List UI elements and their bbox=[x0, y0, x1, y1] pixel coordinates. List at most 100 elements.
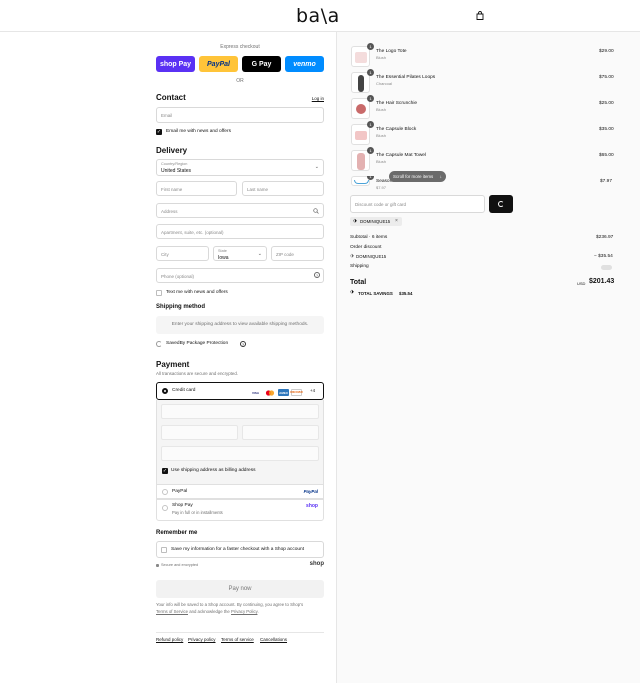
refund-policy-link[interactable]: Refund policy bbox=[156, 637, 183, 642]
applied-discount-tag: ⬗ DOMINIQUE15 × bbox=[350, 217, 402, 226]
help-icon[interactable]: ? bbox=[240, 341, 246, 347]
email-news-checkbox[interactable]: ✓ bbox=[156, 129, 162, 135]
google-pay-button[interactable]: G Pay bbox=[242, 56, 281, 72]
shop-pay-label: Shop Pay bbox=[172, 503, 193, 508]
currency-label: USD bbox=[577, 281, 586, 286]
email-field[interactable]: Email bbox=[156, 107, 324, 123]
scroll-for-more-button[interactable]: Scroll for more items ↓ bbox=[389, 171, 446, 182]
quantity-badge: 1 bbox=[367, 121, 374, 128]
cart-item: 1 The Capsule Block Blush bbox=[351, 121, 487, 146]
credit-card-radio[interactable] bbox=[162, 388, 168, 394]
tag-icon: ⬗ bbox=[350, 253, 354, 259]
product-thumbnail bbox=[351, 98, 370, 119]
legal-line-2: Terms of Service and acknowledge the Pri… bbox=[156, 609, 259, 614]
venmo-button[interactable]: venmo bbox=[285, 56, 324, 72]
quantity-badge: 1 bbox=[367, 43, 374, 50]
country-select[interactable]: Country/Region United States ⌄ bbox=[156, 159, 324, 176]
remember-me-box[interactable]: Save my information for a faster checkou… bbox=[156, 541, 324, 558]
close-icon[interactable]: × bbox=[395, 218, 398, 224]
phone-field[interactable]: Phone (optional) ? bbox=[156, 268, 324, 283]
visa-icon: VISA bbox=[251, 390, 259, 395]
item-name: The Hair Scrunchie bbox=[376, 101, 418, 106]
remember-me-title: Remember me bbox=[156, 530, 198, 536]
cart-item: 1 The Logo Tote Blush bbox=[351, 43, 487, 68]
total-savings-label: TOTAL SAVINGS bbox=[358, 291, 393, 296]
site-header: ba\a bbox=[0, 0, 640, 32]
quantity-badge: 1 bbox=[367, 69, 374, 76]
apartment-field[interactable]: Apartment, suite, etc. (optional) bbox=[156, 224, 324, 239]
discount-code-field[interactable]: Discount code or gift card bbox=[350, 195, 485, 213]
shipping-label: Shipping bbox=[350, 264, 369, 269]
discover-icon: DISCOVER bbox=[290, 389, 303, 396]
item-variant: Blush bbox=[376, 159, 387, 164]
state-select[interactable]: State Iowa ⌄ bbox=[213, 246, 267, 261]
item-price: $25.00 bbox=[599, 101, 614, 106]
quantity-badge: 1 bbox=[367, 95, 374, 102]
footer-divider bbox=[156, 632, 324, 633]
shipping-value-placeholder bbox=[601, 265, 612, 270]
product-thumbnail bbox=[351, 124, 370, 145]
product-thumbnail bbox=[351, 46, 370, 67]
order-discount-label: Order discount bbox=[350, 245, 382, 250]
credit-card-option[interactable]: Credit card VISA AMEX DISCOVER +4 bbox=[156, 382, 324, 400]
paypal-logo: PayPal bbox=[303, 489, 318, 494]
shop-pay-button[interactable]: shop Pay bbox=[156, 56, 195, 72]
first-name-field[interactable]: First name bbox=[156, 181, 237, 196]
arrow-down-icon: ↓ bbox=[439, 174, 442, 179]
card-number-field[interactable] bbox=[161, 404, 319, 419]
paypal-option[interactable]: PayPal PayPal bbox=[156, 484, 324, 499]
text-news-checkbox[interactable] bbox=[156, 290, 162, 296]
discount-code-label: DOMINIQUE15 bbox=[356, 254, 387, 259]
zip-field[interactable]: ZIP code bbox=[271, 246, 324, 261]
shop-pay-sublabel: Pay in full or in installments bbox=[172, 510, 223, 515]
order-summary: 1 The Logo Tote Blush $29.00 1 The Essen… bbox=[336, 32, 640, 683]
lock-icon bbox=[156, 564, 159, 567]
paypal-radio[interactable] bbox=[162, 489, 168, 495]
text-news-label: Text me with news and offers bbox=[166, 290, 228, 295]
amex-icon: AMEX bbox=[278, 389, 289, 396]
help-icon[interactable]: ? bbox=[314, 272, 320, 278]
paypal-button[interactable]: PayPal bbox=[199, 56, 238, 72]
privacy-policy-link[interactable]: Privacy policy bbox=[188, 637, 216, 642]
terms-of-service-link[interactable]: Terms of service bbox=[221, 637, 254, 642]
chevron-down-icon: ⌄ bbox=[314, 164, 319, 170]
loading-spinner-icon bbox=[156, 341, 162, 347]
card-fields-area: ✓ Use shipping address as billing addres… bbox=[156, 400, 324, 484]
privacy-link[interactable]: Privacy Policy bbox=[231, 609, 257, 614]
shop-logo: shop bbox=[309, 561, 324, 567]
paypal-label: PayPal bbox=[172, 489, 188, 494]
item-name: The Capsule Mat Towel bbox=[376, 153, 427, 158]
shop-pay-option[interactable]: Shop Pay Pay in full or in installments … bbox=[156, 499, 324, 521]
apply-discount-button[interactable] bbox=[489, 195, 513, 213]
cart-item: 1 The Capsule Mat Towel Blush bbox=[351, 147, 487, 172]
name-on-card-field[interactable] bbox=[161, 446, 319, 461]
subtotal-label: Subtotal · 6 items bbox=[350, 235, 388, 240]
brand-logo[interactable]: ba\a bbox=[296, 5, 340, 27]
security-code-field[interactable] bbox=[242, 425, 319, 440]
cart-item: 1 The Hair Scrunchie Blush bbox=[351, 95, 487, 120]
shop-pay-radio[interactable] bbox=[162, 505, 168, 511]
shopping-bag-icon[interactable] bbox=[476, 11, 484, 20]
item-variant: Charcoal bbox=[376, 81, 393, 86]
secure-label: Secure and encrypted bbox=[161, 563, 199, 567]
mastercard-icon bbox=[264, 389, 275, 396]
tag-icon: ⬗ bbox=[350, 289, 354, 295]
product-thumbnail bbox=[351, 72, 370, 93]
payment-title: Payment bbox=[156, 360, 190, 369]
address-field[interactable]: Address bbox=[156, 203, 324, 218]
remember-me-checkbox[interactable] bbox=[161, 547, 167, 553]
credit-card-label: Credit card bbox=[172, 388, 196, 393]
login-link[interactable]: Log in bbox=[312, 96, 324, 101]
pay-now-button[interactable]: Pay now bbox=[156, 580, 324, 598]
terms-link[interactable]: Terms of Service bbox=[156, 609, 188, 614]
cancellations-link[interactable]: Cancellations bbox=[260, 637, 287, 642]
email-news-label: Email me with news and offers bbox=[166, 129, 231, 134]
billing-same-checkbox[interactable]: ✓ bbox=[162, 468, 168, 474]
chevron-down-icon: ⌄ bbox=[257, 251, 262, 257]
total-value: $201.43 bbox=[589, 278, 615, 285]
city-field[interactable]: City bbox=[156, 246, 209, 261]
expiry-field[interactable] bbox=[161, 425, 238, 440]
last-name-field[interactable]: Last name bbox=[242, 181, 324, 196]
legal-line-1: Your info will be saved to a Shop accoun… bbox=[156, 602, 304, 607]
quantity-badge: 1 bbox=[367, 147, 374, 154]
